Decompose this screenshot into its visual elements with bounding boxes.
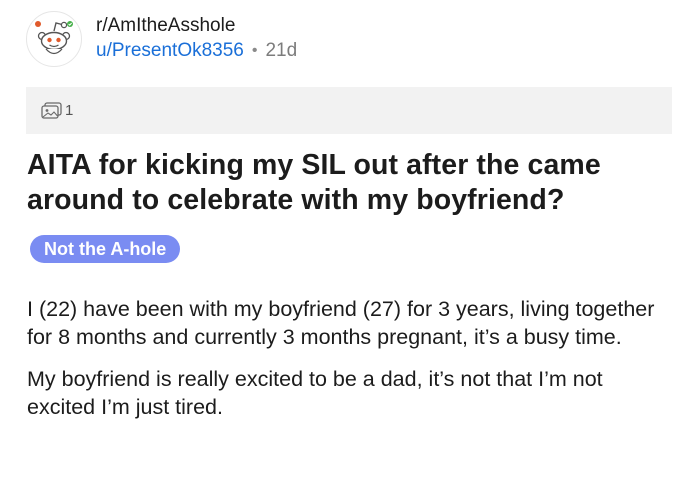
media-gallery-icon bbox=[41, 101, 62, 119]
body-paragraph: My boyfriend is really excited to be a d… bbox=[27, 367, 603, 419]
snoo-avatar-icon bbox=[35, 21, 73, 55]
post-title[interactable]: AITA for kicking my SIL out after the ca… bbox=[27, 148, 673, 218]
author-line: u/PresentOk8356 • 21d bbox=[96, 38, 297, 64]
post-body: I (22) have been with my boyfriend (27) … bbox=[27, 296, 673, 436]
author-username[interactable]: u/PresentOk8356 bbox=[96, 38, 244, 64]
media-count: 1 bbox=[65, 102, 74, 119]
meta-separator: • bbox=[251, 42, 258, 59]
subreddit-name[interactable]: r/AmItheAsshole bbox=[96, 14, 297, 38]
post-meta: r/AmItheAsshole u/PresentOk8356 • 21d bbox=[96, 14, 297, 64]
post-age: 21d bbox=[265, 40, 298, 61]
post-flair[interactable]: Not the A-hole bbox=[30, 235, 181, 263]
subreddit-avatar[interactable] bbox=[26, 11, 82, 67]
body-paragraph: I (22) have been with my boyfriend (27) … bbox=[27, 297, 655, 349]
media-attachment-bar[interactable]: 1 bbox=[26, 87, 672, 134]
post-header: r/AmItheAsshole u/PresentOk8356 • 21d bbox=[26, 10, 297, 68]
